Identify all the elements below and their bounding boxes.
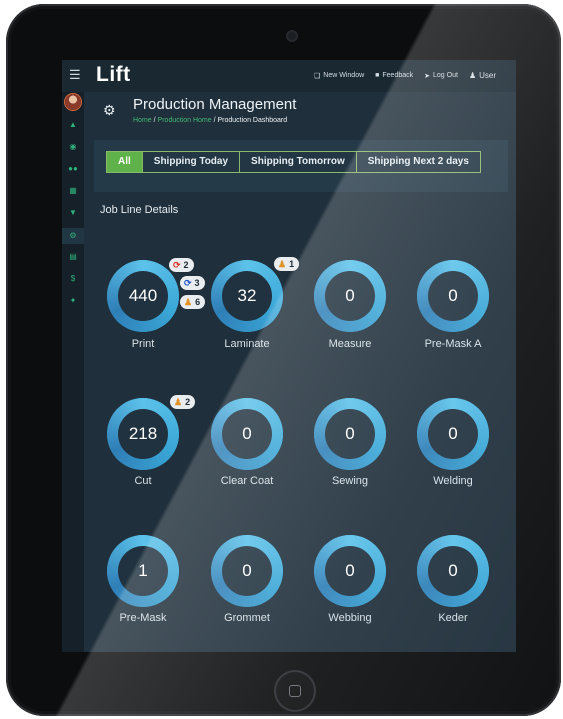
gauge-value: 0 — [345, 561, 355, 580]
new-window-link[interactable]: ❏ New Window — [314, 71, 364, 80]
gauge-label: Pre-Mask — [119, 612, 167, 624]
gauge-label: Sewing — [331, 475, 369, 487]
gauge-sewing[interactable]: 0 — [314, 398, 386, 470]
worker-icon: ♟ — [184, 296, 193, 307]
cart-icon[interactable]: ▼ — [62, 208, 84, 217]
gauge-print[interactable]: 440 — [107, 260, 179, 332]
feedback-label: Feedback — [382, 72, 414, 79]
cogs-title-icon: ⚙ — [103, 102, 116, 118]
top-bar: ☰ Lift ❏ New Window ■ Feedback ➤ Log Out ♟ U… — [62, 60, 516, 92]
user-icon: ♟ — [468, 71, 477, 80]
dashboard-icon[interactable]: ◉ — [62, 142, 84, 151]
gauge-label: Laminate — [224, 338, 270, 350]
badge-count: 2 — [183, 260, 189, 270]
gauge-value: 0 — [242, 424, 252, 443]
gauge-clear-coat[interactable]: 0 — [211, 398, 283, 470]
tab-shipping-today[interactable]: Shipping Today — [141, 152, 240, 172]
gauge-value: 440 — [128, 286, 158, 305]
gauge-laminate[interactable]: 32 — [211, 260, 283, 332]
main-content: ⚙ Production Management Home / Productio… — [84, 92, 516, 652]
page-title: Production Management — [133, 96, 297, 113]
breadcrumb-current: Production Dashboard — [217, 117, 288, 124]
hamburger-icon[interactable]: ☰ — [69, 67, 81, 83]
badge-count: 6 — [195, 297, 201, 307]
gauge-value: 32 — [237, 286, 257, 305]
breadcrumb-sep: / — [153, 117, 156, 124]
badge-count: 3 — [194, 278, 200, 288]
breadcrumb-home[interactable]: Home — [133, 117, 152, 124]
feedback-link[interactable]: ■ Feedback — [375, 71, 413, 80]
gauge-label: Keder — [438, 612, 468, 624]
gauge-pre-mask[interactable]: 1 — [107, 535, 179, 607]
document-icon[interactable]: ▤ — [62, 252, 84, 261]
gauge-value: 1 — [138, 561, 148, 580]
section-title: Job Line Details — [100, 204, 179, 216]
gauge-label: Webbing — [328, 612, 372, 624]
wrench-icon[interactable]: ✦ — [62, 296, 84, 305]
gauge-value: 0 — [345, 424, 355, 443]
new-window-label: New Window — [323, 72, 365, 79]
users-icon[interactable]: ●● — [62, 164, 84, 173]
gauge-value: 0 — [242, 561, 252, 580]
user-label: User — [479, 71, 496, 80]
tab-shipping-tomorrow[interactable]: Shipping Tomorrow — [239, 152, 356, 172]
user-menu[interactable]: ♟ User — [469, 71, 496, 80]
gauge-cut[interactable]: 218 — [107, 398, 179, 470]
gauge-value: 0 — [448, 286, 458, 305]
gauge-label: Cut — [134, 475, 152, 487]
tab-shipping-next-2-days[interactable]: Shipping Next 2 days — [355, 152, 480, 172]
cogs-icon[interactable]: ⚙ — [62, 228, 84, 244]
gauge-label: Measure — [328, 338, 372, 350]
badge-count: 2 — [185, 397, 191, 407]
gauge-label: Grommet — [224, 612, 270, 624]
gauge-pre-mask-a[interactable]: 0 — [417, 260, 489, 332]
gauge-welding[interactable]: 0 — [417, 398, 489, 470]
gauge-measure[interactable]: 0 — [314, 260, 386, 332]
gauge-label: Welding — [433, 475, 473, 487]
logout-link[interactable]: ➤ Log Out — [424, 71, 458, 80]
app-screen: ☰ Lift ❏ New Window ■ Feedback ➤ Log Out ♟ U… — [62, 60, 516, 652]
breadcrumb: Home / Production Home / Production Dash… — [133, 117, 287, 124]
logout-label: Log Out — [433, 72, 458, 79]
home-square-icon — [289, 685, 301, 697]
badge-print-orange[interactable]: ♟ 6 — [180, 295, 206, 309]
feedback-icon: ■ — [375, 72, 380, 79]
gauge-value: 218 — [128, 424, 158, 443]
logout-icon: ➤ — [424, 72, 431, 80]
home-button[interactable] — [276, 672, 314, 710]
badge-print-blue[interactable]: ⟳ 3 — [180, 276, 205, 290]
gauge-value: 0 — [448, 561, 458, 580]
dollar-icon[interactable]: $ — [62, 274, 84, 283]
breadcrumb-sep: / — [213, 117, 216, 124]
window-icon: ❏ — [314, 72, 321, 80]
filter-tabs: All Shipping Today Shipping Tomorrow Shi… — [106, 151, 481, 173]
breadcrumb-production-home[interactable]: Production Home — [158, 117, 212, 124]
gauge-label: Clear Coat — [220, 475, 274, 487]
avatar[interactable] — [65, 94, 81, 110]
table-icon[interactable]: ▦ — [62, 186, 84, 195]
sidebar: ▲ ◉ ●● ▦ ▼ ⚙ ▤ $ ✦ — [62, 92, 84, 652]
tab-all[interactable]: All — [107, 152, 142, 172]
gauge-grommet[interactable]: 0 — [211, 535, 283, 607]
gauge-keder[interactable]: 0 — [417, 535, 489, 607]
gauge-label: Print — [131, 338, 155, 350]
badge-count: 1 — [289, 259, 295, 269]
camera-icon — [288, 32, 296, 40]
gauge-label: Pre-Mask A — [424, 338, 482, 350]
brand-logo[interactable]: Lift — [96, 63, 131, 87]
home-icon[interactable]: ▲ — [62, 120, 84, 129]
top-links: ❏ New Window ■ Feedback ➤ Log Out ♟ User — [314, 71, 496, 80]
gauge-webbing[interactable]: 0 — [314, 535, 386, 607]
gauge-value: 0 — [448, 424, 458, 443]
gauge-value: 0 — [345, 286, 355, 305]
refresh-blue-icon: ⟳ — [184, 277, 192, 288]
